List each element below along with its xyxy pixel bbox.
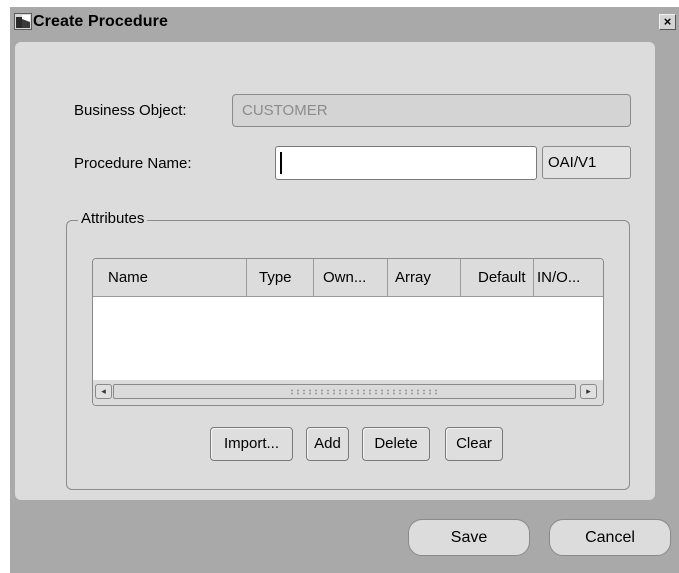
text-caret — [280, 152, 282, 174]
dialog-title: Create Procedure — [33, 13, 168, 30]
scroll-left-icon[interactable]: ◂ — [95, 384, 112, 399]
import-button[interactable]: Import... — [210, 427, 293, 461]
table-header: Name Type Own... Array Default IN/O... — [93, 259, 603, 297]
clear-button[interactable]: Clear — [445, 427, 503, 461]
close-icon[interactable]: × — [659, 14, 676, 30]
attributes-table[interactable]: Name Type Own... Array Default IN/O... ◂… — [92, 258, 604, 406]
scroll-right-icon[interactable]: ▸ — [580, 384, 597, 399]
procedure-version-field: OAI/V1 — [542, 146, 631, 179]
business-object-label: Business Object: — [74, 102, 187, 119]
column-header-default[interactable]: Default — [461, 259, 534, 296]
cancel-button[interactable]: Cancel — [549, 519, 671, 556]
scrollbar-thumb[interactable] — [113, 384, 576, 399]
column-header-in-out[interactable]: IN/O... — [534, 259, 603, 296]
column-header-name[interactable]: Name — [93, 259, 247, 296]
column-header-owner[interactable]: Own... — [314, 259, 388, 296]
delete-button[interactable]: Delete — [362, 427, 430, 461]
procedure-name-input[interactable] — [275, 146, 537, 180]
title-bar[interactable]: Create Procedure × — [10, 7, 679, 37]
add-button[interactable]: Add — [306, 427, 349, 461]
app-window-icon — [14, 13, 32, 30]
business-object-field: CUSTOMER — [232, 94, 631, 127]
procedure-name-label: Procedure Name: — [74, 155, 192, 172]
horizontal-scrollbar[interactable]: ◂ ▸ — [93, 380, 603, 405]
scrollbar-grip — [289, 389, 439, 395]
column-header-array[interactable]: Array — [388, 259, 461, 296]
save-button[interactable]: Save — [408, 519, 530, 556]
attributes-group-label: Attributes — [78, 210, 148, 227]
column-header-type[interactable]: Type — [247, 259, 314, 296]
